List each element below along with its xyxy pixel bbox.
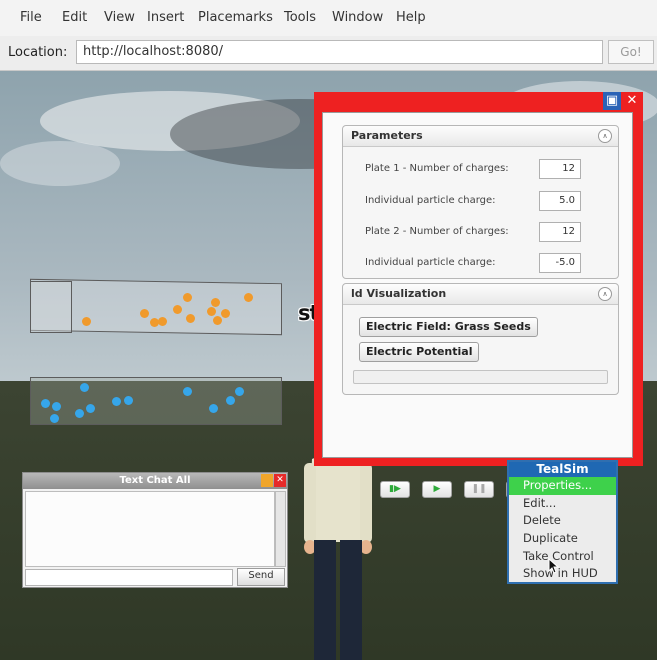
negative-charge: [80, 383, 89, 392]
location-input[interactable]: http://localhost:8080/: [76, 40, 603, 64]
chat-scrollbar[interactable]: [275, 491, 286, 567]
plate-1-box-side: [30, 281, 72, 333]
menu-file[interactable]: File: [20, 10, 42, 25]
tealsim-panel: ▣ ✕ Parameters ∧ Plate 1 - Number of cha…: [314, 92, 643, 498]
positive-charge: [244, 293, 253, 302]
menu-insert[interactable]: Insert: [147, 10, 184, 25]
chat-history[interactable]: [25, 491, 275, 567]
parameters-header[interactable]: Parameters ∧: [343, 126, 618, 147]
mouse-cursor-icon: [548, 558, 560, 574]
plate2-charges-label: Plate 2 - Number of charges:: [365, 226, 509, 237]
location-label: Location:: [8, 45, 68, 60]
go-button[interactable]: Go!: [608, 40, 654, 64]
positive-charge: [211, 298, 220, 307]
panel-content: Parameters ∧ Plate 1 - Number of charges…: [322, 112, 633, 458]
negative-charge: [209, 404, 218, 413]
positive-charge: [140, 309, 149, 318]
positive-charge: [82, 317, 91, 326]
menu-item-duplicate[interactable]: Duplicate: [509, 530, 616, 548]
menu-help[interactable]: Help: [396, 10, 426, 25]
menu-window[interactable]: Window: [332, 10, 383, 25]
positive-charge: [158, 317, 167, 326]
send-button[interactable]: Send: [237, 568, 285, 586]
plate2-charges-field[interactable]: 12: [539, 222, 581, 242]
pause-icon[interactable]: ❚❚: [464, 481, 494, 498]
positive-charge: [186, 314, 195, 323]
field-visualization-title: ld Visualization: [351, 287, 447, 300]
visualization-progress: [353, 370, 608, 384]
menu-placemarks[interactable]: Placemarks: [198, 10, 273, 25]
positive-charge: [207, 307, 216, 316]
close-icon[interactable]: ✕: [623, 92, 641, 110]
positive-charge: [213, 316, 222, 325]
electric-potential-button[interactable]: Electric Potential: [359, 342, 480, 362]
window-icon[interactable]: ▣: [603, 92, 621, 110]
plate2-particle-charge-field[interactable]: -5.0: [539, 253, 581, 273]
collapse-icon[interactable]: ∧: [598, 287, 612, 301]
plate1-charges-label: Plate 1 - Number of charges:: [365, 163, 509, 174]
negative-charge: [41, 399, 50, 408]
menu-item-edit[interactable]: Edit...: [509, 495, 616, 513]
positive-charge: [183, 293, 192, 302]
plate-2-box[interactable]: [30, 377, 282, 425]
plate1-charges-field[interactable]: 12: [539, 159, 581, 179]
electric-field-button[interactable]: Electric Field: Grass Seeds: [359, 317, 538, 337]
negative-charge: [86, 404, 95, 413]
plate2-particle-charge-label: Individual particle charge:: [365, 257, 496, 268]
negative-charge: [112, 397, 121, 406]
menu-item-properties[interactable]: Properties...: [509, 477, 616, 495]
negative-charge: [124, 396, 133, 405]
negative-charge: [235, 387, 244, 396]
plate1-particle-charge-label: Individual particle charge:: [365, 195, 496, 206]
menu-view[interactable]: View: [104, 10, 135, 25]
menu-item-show-in-hud[interactable]: Show in HUD: [509, 565, 616, 583]
field-visualization-header[interactable]: ld Visualization ∧: [343, 284, 618, 305]
plate1-particle-charge-field[interactable]: 5.0: [539, 191, 581, 211]
parameters-section: Parameters ∧ Plate 1 - Number of charges…: [342, 125, 619, 279]
positive-charge: [221, 309, 230, 318]
play-icon[interactable]: ▶: [422, 481, 452, 498]
menu-tools[interactable]: Tools: [284, 10, 316, 25]
play-step-icon[interactable]: ▮▶: [380, 481, 410, 498]
negative-charge: [50, 414, 59, 423]
negative-charge: [226, 396, 235, 405]
negative-charge: [52, 402, 61, 411]
chat-input[interactable]: [25, 569, 233, 586]
parameters-title: Parameters: [351, 129, 423, 142]
menu-item-delete[interactable]: Delete: [509, 512, 616, 530]
menu-item-take-control[interactable]: Take Control: [509, 548, 616, 566]
location-bar: Location: http://localhost:8080/ Go!: [0, 36, 657, 71]
positive-charge: [173, 305, 182, 314]
menu-bar: File Edit View Insert Placemarks Tools W…: [0, 0, 657, 37]
minimize-icon[interactable]: [261, 474, 273, 487]
cloud: [0, 141, 120, 186]
menu-edit[interactable]: Edit: [62, 10, 87, 25]
collapse-icon[interactable]: ∧: [598, 129, 612, 143]
close-icon[interactable]: ✕: [274, 474, 286, 487]
negative-charge: [183, 387, 192, 396]
text-chat-window: Text Chat All ✕ Send: [22, 472, 288, 588]
context-menu: TealSim Properties... Edit... Delete Dup…: [507, 460, 618, 584]
context-menu-title: TealSim: [509, 462, 616, 477]
field-visualization-section: ld Visualization ∧ Electric Field: Grass…: [342, 283, 619, 395]
negative-charge: [75, 409, 84, 418]
chat-title: Text Chat All: [23, 473, 287, 489]
